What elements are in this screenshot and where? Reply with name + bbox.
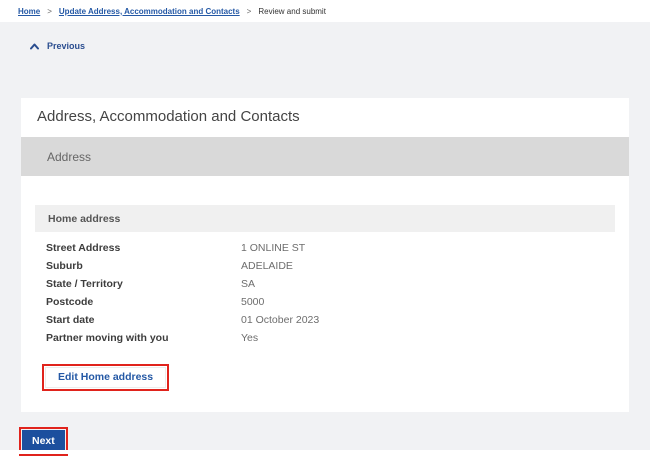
breadcrumb-current: Review and submit (258, 6, 326, 16)
field-row-state-territory: State / Territory SA (46, 275, 606, 293)
field-value: SA (241, 278, 256, 290)
field-value: Yes (241, 332, 259, 344)
field-label: Partner moving with you (46, 332, 169, 344)
breadcrumb: Home > Update Address, Accommodation and… (0, 0, 650, 22)
breadcrumb-link-home[interactable]: Home (18, 7, 40, 16)
edit-home-address-highlight-box: Edit Home address (42, 364, 170, 391)
page-background: Previous Address, Accommodation and Cont… (0, 22, 650, 456)
field-row-postcode: Postcode 5000 (46, 293, 606, 311)
field-list: Street Address 1 ONLINE ST Suburb ADELAI… (46, 239, 606, 347)
field-value: 01 October 2023 (241, 314, 320, 326)
section-header-address: Address (21, 137, 629, 176)
field-row-start-date: Start date 01 October 2023 (46, 311, 606, 329)
breadcrumb-separator: > (47, 6, 52, 16)
field-row-partner-moving: Partner moving with you Yes (46, 329, 606, 347)
bottom-strip (0, 450, 650, 454)
breadcrumb-separator: > (246, 6, 252, 16)
chevron-up-icon (30, 43, 39, 50)
field-value: ADELAIDE (241, 260, 293, 272)
field-value: 5000 (241, 296, 265, 308)
subsection-header-label: Home address (48, 212, 121, 225)
edit-home-address-button[interactable]: Edit Home address (45, 367, 167, 388)
field-row-street-address: Street Address 1 ONLINE ST (46, 239, 606, 257)
field-label: Suburb (46, 260, 83, 272)
previous-label: Previous (47, 41, 86, 51)
field-label: State / Territory (46, 278, 123, 290)
field-label: Postcode (46, 296, 94, 308)
field-label: Start date (46, 314, 95, 326)
section-header-label: Address (47, 149, 92, 164)
field-label: Street Address (46, 242, 121, 254)
subsection-header-home-address: Home address (35, 205, 615, 232)
breadcrumb-link-update-address[interactable]: Update Address, Accommodation and Contac… (59, 7, 240, 16)
field-row-suburb: Suburb ADELAIDE (46, 257, 606, 275)
field-value: 1 ONLINE ST (241, 242, 306, 254)
previous-link[interactable]: Previous (30, 41, 85, 51)
page-title: Address, Accommodation and Contacts (37, 108, 300, 125)
review-card: Address, Accommodation and Contacts Addr… (21, 98, 629, 412)
